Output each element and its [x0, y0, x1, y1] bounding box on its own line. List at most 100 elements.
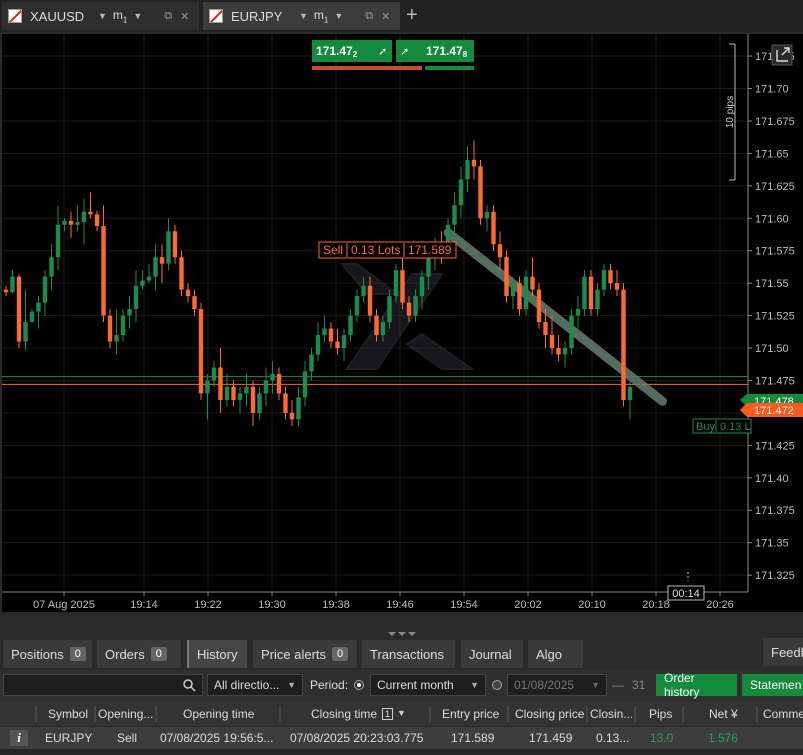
- tab-algo[interactable]: Algo: [528, 640, 583, 668]
- close-icon[interactable]: ✕: [381, 10, 390, 23]
- calendar-icon[interactable]: 31: [632, 678, 645, 692]
- chevron-down-icon[interactable]: ▼: [299, 11, 308, 21]
- candle-up: [166, 231, 171, 264]
- candle-down: [192, 296, 197, 310]
- row-entry-price: 171.589: [451, 731, 495, 745]
- candle-up: [257, 393, 262, 413]
- trade-line-center: [447, 232, 663, 402]
- chevron-down-icon: ▼: [591, 680, 600, 690]
- tab-positions[interactable]: Positions 0: [3, 640, 92, 668]
- candle-down: [276, 373, 282, 394]
- tab-eurjpy[interactable]: EURJPY ▼ m1 ▼ ⧉ ✕: [203, 2, 400, 30]
- candle-down: [218, 367, 223, 400]
- candle-up: [361, 285, 366, 297]
- candle-up: [55, 224, 61, 258]
- svg-text:Buy: Buy: [696, 421, 715, 433]
- candle-up: [224, 386, 230, 400]
- candle-up: [127, 309, 132, 316]
- candlestick-chart[interactable]: 171.725171.70171.675171.65171.625171.601…: [2, 34, 803, 612]
- detach-icon[interactable]: ⧉: [365, 10, 373, 23]
- candle-down: [172, 231, 178, 258]
- popout-chart-icon[interactable]: [771, 44, 793, 66]
- candle-down: [107, 315, 113, 342]
- x-tick-label: 19:54: [450, 599, 478, 611]
- candle-down: [588, 276, 594, 310]
- row-symbol: EURJPY: [45, 731, 93, 745]
- add-tab-plus-icon[interactable]: +: [406, 4, 418, 27]
- candle-up: [387, 296, 392, 323]
- buy-position-label[interactable]: Buy 0.13 L: [692, 418, 752, 434]
- sell-position-label[interactable]: Sell 0.13 Lots 171.589: [318, 241, 457, 259]
- tab-price-alerts[interactable]: Price alerts 0: [253, 640, 357, 668]
- search-input[interactable]: [3, 674, 203, 696]
- date-range-radio[interactable]: [492, 680, 502, 690]
- candle-up: [244, 386, 249, 394]
- timeframe-selector[interactable]: m1: [113, 8, 127, 24]
- tab-history[interactable]: History: [187, 640, 247, 668]
- buy-volume-bar: [425, 66, 474, 70]
- chart-tab-bar: XAUUSD ▼ m1 ▼ ⧉ ✕ EURJPY ▼ m1 ▼ ⧉ ✕ +: [0, 0, 803, 32]
- candle-up: [114, 335, 119, 342]
- start-date-input[interactable]: 01/08/2025 ▼: [507, 674, 607, 696]
- order-history-button[interactable]: Order history: [656, 671, 737, 699]
- y-tick-label: 171.575: [755, 246, 795, 258]
- y-tick-label: 171.40: [755, 473, 789, 485]
- chevron-down-icon[interactable]: ▼: [98, 11, 107, 21]
- closed-trade-line: [443, 228, 667, 406]
- candle-up: [315, 335, 321, 355]
- close-icon[interactable]: ✕: [180, 10, 189, 23]
- candle-down: [185, 289, 191, 297]
- x-tick-label: 20:26: [706, 599, 734, 611]
- sell-button[interactable]: 171.472 ➚: [312, 40, 392, 62]
- y-tick-label: 171.60: [755, 213, 789, 225]
- svg-text:0.13 L: 0.13 L: [720, 421, 751, 433]
- y-tick-label: 171.50: [755, 343, 789, 355]
- candle-down: [283, 393, 288, 413]
- candle-down: [621, 289, 626, 400]
- candle-up: [582, 276, 587, 310]
- y-tick-label: 171.35: [755, 538, 789, 550]
- candle-down: [406, 302, 412, 316]
- feedback-button[interactable]: Feedb: [763, 638, 803, 666]
- buy-button[interactable]: ➚ 171.478: [396, 40, 474, 62]
- candle-up: [601, 270, 607, 290]
- candle-down: [250, 386, 256, 413]
- period-select[interactable]: Current month ▼: [370, 674, 486, 696]
- tab-transactions[interactable]: Transactions: [362, 640, 455, 668]
- candle-up: [263, 380, 269, 394]
- tab-journal[interactable]: Journal: [461, 640, 523, 668]
- pip-range-bracket: 10 pips: [725, 43, 736, 181]
- panel-splitter[interactable]: [0, 612, 803, 638]
- tab-xauusd[interactable]: XAUUSD ▼ m1 ▼ ⧉ ✕: [2, 2, 199, 30]
- table-row[interactable]: i EURJPY Sell 07/08/2025 19:56:5... 07/0…: [0, 727, 803, 749]
- period-radio-selected[interactable]: [354, 680, 364, 690]
- candle-down: [504, 257, 509, 297]
- chevron-down-icon: ▼: [287, 680, 296, 690]
- candle-up: [296, 397, 301, 420]
- tab-orders[interactable]: Orders 0: [97, 640, 181, 668]
- watermark-logo-icon: [339, 263, 476, 370]
- x-axis: 07 Aug 2025 19:14 19:22 19:30 19:38 19:46 19:5…: [2, 591, 748, 611]
- x-tick-label: 20:18: [642, 599, 670, 611]
- table-footer: [0, 749, 803, 755]
- candle-up: [205, 380, 210, 394]
- detach-icon[interactable]: ⧉: [164, 10, 172, 23]
- period-label: Period:: [310, 678, 349, 692]
- row-closing-time: 07/08/2025 20:23:03.775: [290, 731, 424, 745]
- svg-text:171.589: 171.589: [408, 243, 452, 257]
- x-tick-label: 19:14: [130, 599, 158, 611]
- candle-down: [549, 335, 555, 349]
- candle-down: [543, 322, 548, 336]
- candle-up: [81, 211, 87, 223]
- chevron-down-icon[interactable]: ▼: [133, 11, 142, 21]
- y-tick-label: 171.675: [755, 116, 795, 128]
- y-axis: 171.725171.70171.675171.65171.625171.601…: [747, 34, 795, 592]
- chevron-down-icon[interactable]: ▼: [334, 11, 343, 21]
- y-tick-label: 171.475: [755, 375, 795, 387]
- info-icon[interactable]: i: [10, 730, 28, 746]
- column-dividers: [35, 706, 758, 722]
- timeframe-selector[interactable]: m1: [314, 8, 328, 24]
- statement-button[interactable]: Statemen: [742, 674, 803, 696]
- direction-select[interactable]: All directio... ▼: [207, 674, 303, 696]
- svg-text:171.472: 171.472: [316, 44, 358, 59]
